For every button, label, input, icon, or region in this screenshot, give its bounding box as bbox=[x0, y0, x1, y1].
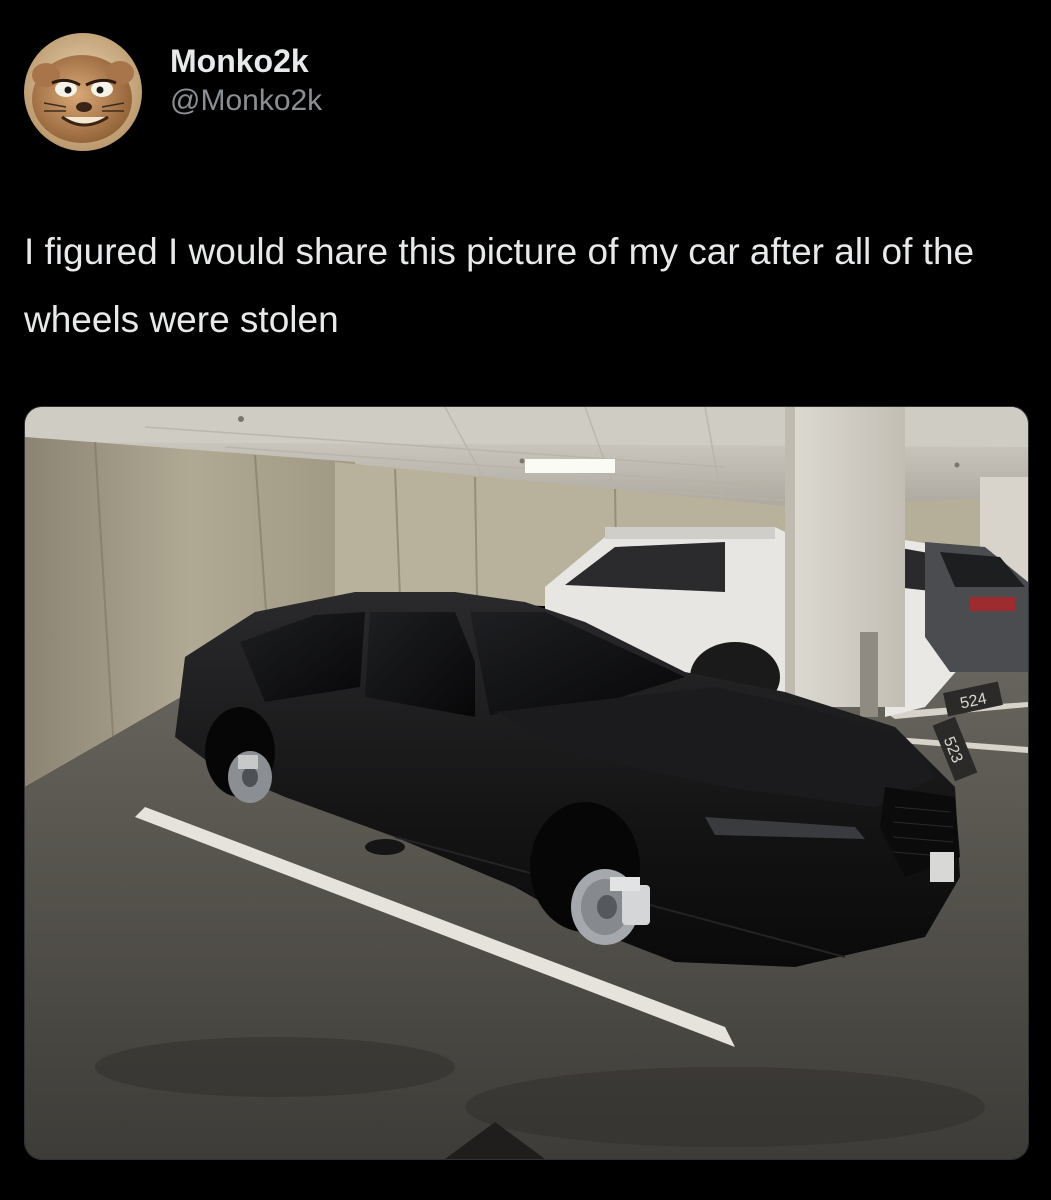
parked-car-missing-wheels-photo-icon: 524 523 bbox=[25, 407, 1028, 1159]
tweet-text: I figured I would share this picture of … bbox=[24, 231, 975, 340]
tweet-header: Monko2k @Monko2k bbox=[24, 32, 322, 152]
author-display-name[interactable]: Monko2k bbox=[170, 41, 322, 81]
tweet-card: Monko2k @Monko2k I figured I would share… bbox=[0, 0, 1051, 1200]
rear-brake-rotor bbox=[228, 751, 272, 803]
tweet-photo[interactable]: 524 523 bbox=[24, 406, 1029, 1160]
avatar[interactable] bbox=[24, 33, 142, 151]
author-names: Monko2k @Monko2k bbox=[170, 41, 322, 121]
cartoon-face-avatar-icon bbox=[24, 33, 142, 151]
author-handle[interactable]: @Monko2k bbox=[170, 81, 322, 121]
